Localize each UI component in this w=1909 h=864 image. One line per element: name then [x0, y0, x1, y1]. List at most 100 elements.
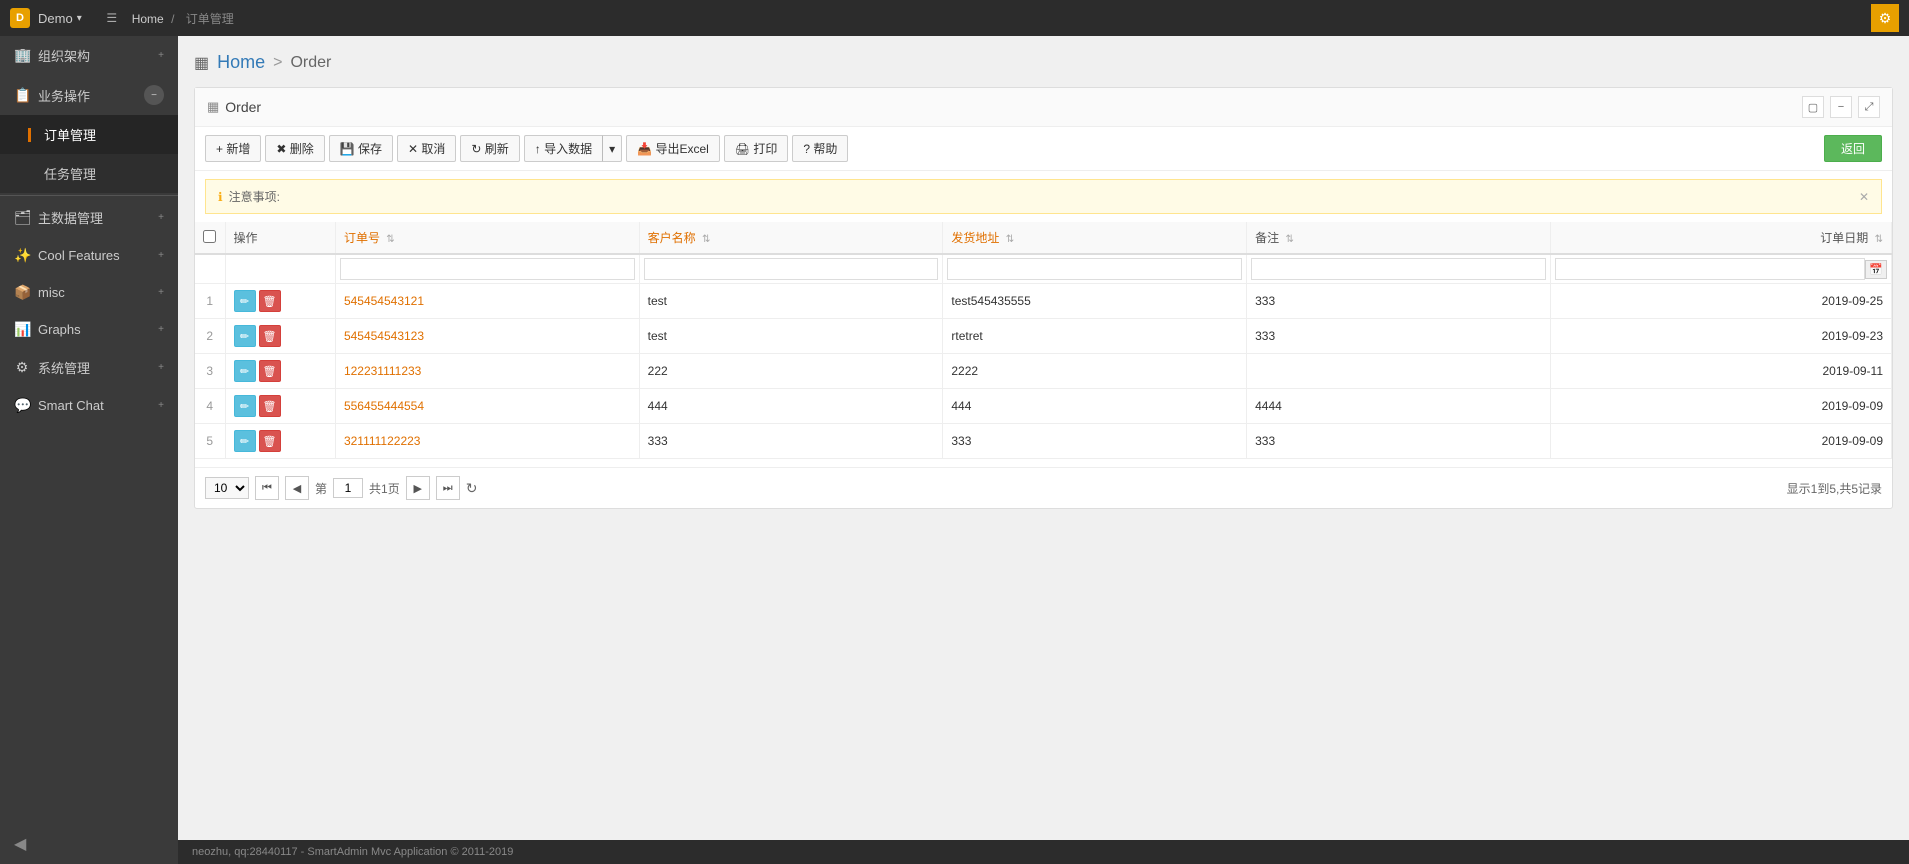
- app-logo: D: [10, 8, 30, 28]
- return-button[interactable]: 返回: [1824, 135, 1882, 162]
- row-actions-cell: ✏ 🗑: [225, 319, 335, 354]
- misc-expand-icon: +: [158, 287, 164, 298]
- print-button[interactable]: 🖨 打印: [724, 135, 789, 162]
- sidebar-item-order[interactable]: 订单管理: [0, 115, 178, 154]
- last-page-btn[interactable]: ⏭: [436, 476, 460, 500]
- sysadmin-expand-icon: +: [158, 362, 164, 373]
- card-expand-btn[interactable]: ⤢: [1858, 96, 1880, 118]
- export-excel-button[interactable]: 📥 导出Excel: [626, 135, 720, 162]
- first-page-btn[interactable]: ⏮: [255, 476, 279, 500]
- sidebar-item-biz[interactable]: 📋 业务操作 −: [0, 75, 178, 115]
- row-address: 2222: [943, 354, 1247, 389]
- th-action: 操作: [225, 222, 335, 254]
- row-address: rtetret: [943, 319, 1247, 354]
- help-button[interactable]: ? 帮助: [792, 135, 848, 162]
- sidebar-label-graphs: Graphs: [38, 322, 158, 337]
- filter-order-no[interactable]: [340, 258, 635, 280]
- edit-btn[interactable]: ✏: [234, 290, 256, 312]
- prev-page-btn[interactable]: ◀: [285, 476, 309, 500]
- select-all-checkbox[interactable]: [203, 230, 216, 243]
- title-separator: >: [273, 54, 282, 72]
- breadcrumb: Home / 订单管理: [132, 10, 238, 27]
- th-customer[interactable]: 客户名称 ⇅: [639, 222, 943, 254]
- sort-remark-icon: ⇅: [1285, 234, 1293, 245]
- row-actions: ✏ 🗑: [234, 325, 327, 347]
- row-customer: 444: [639, 389, 943, 424]
- card-square-btn[interactable]: ▢: [1802, 96, 1824, 118]
- row-actions: ✏ 🗑: [234, 430, 327, 452]
- card-minimize-btn[interactable]: −: [1830, 96, 1852, 118]
- toolbar: + 新增 ✖ 删除 💾 保存 ✕ 取消 ↻ 刷新 ↑ 导入数据 ▾ 📥 导出Ex…: [195, 127, 1892, 171]
- sidebar-item-org[interactable]: 🏢 组织架构 +: [0, 36, 178, 75]
- filter-address[interactable]: [947, 258, 1242, 280]
- sidebar-label-order: 订单管理: [44, 125, 164, 144]
- row-order-no: 321111122223: [335, 424, 639, 459]
- sidebar-item-master[interactable]: 🗂 主数据管理 +: [0, 198, 178, 237]
- sidebar-item-misc[interactable]: 📦 misc +: [0, 274, 178, 311]
- import-button[interactable]: ↑ 导入数据: [524, 135, 602, 162]
- sidebar-item-sysadmin[interactable]: ⚙ 系统管理 +: [0, 348, 178, 387]
- next-page-btn[interactable]: ▶: [406, 476, 430, 500]
- settings-icon[interactable]: ⚙: [1871, 4, 1899, 32]
- app-dropdown-icon[interactable]: ▾: [77, 13, 82, 24]
- chat-icon: 💬: [14, 397, 30, 414]
- page-number-input[interactable]: [333, 478, 363, 498]
- delete-btn[interactable]: 🗑: [259, 395, 281, 417]
- sidebar-item-graphs[interactable]: 📊 Graphs +: [0, 311, 178, 348]
- th-checkbox: [195, 222, 225, 254]
- row-remark: 4444: [1247, 389, 1551, 424]
- table-container: 操作 订单号 ⇅ 客户名称 ⇅ 发货地址 ⇅: [195, 222, 1892, 467]
- row-customer: 333: [639, 424, 943, 459]
- card-header: ▦ Order ▢ − ⤢: [195, 88, 1892, 127]
- th-order-date[interactable]: 订单日期 ⇅: [1550, 222, 1891, 254]
- notice-close-icon[interactable]: ✕: [1859, 190, 1869, 204]
- sidebar-item-chat[interactable]: 💬 Smart Chat +: [0, 387, 178, 424]
- biz-icon: 📋: [14, 87, 30, 104]
- home-link[interactable]: Home: [217, 52, 265, 73]
- row-num: 5: [195, 424, 225, 459]
- breadcrumb-home[interactable]: Home: [132, 12, 164, 26]
- save-button[interactable]: 💾 保存: [329, 135, 393, 162]
- edit-btn[interactable]: ✏: [234, 395, 256, 417]
- delete-button[interactable]: ✖ 删除: [265, 135, 324, 162]
- delete-btn[interactable]: 🗑: [259, 430, 281, 452]
- sidebar-collapse-button[interactable]: ◀: [14, 834, 26, 854]
- row-address: 333: [943, 424, 1247, 459]
- add-button[interactable]: + 新增: [205, 135, 261, 162]
- filter-date[interactable]: [1555, 258, 1865, 280]
- row-order-date: 2019-09-09: [1550, 389, 1891, 424]
- delete-btn[interactable]: 🗑: [259, 360, 281, 382]
- table-row: 2 ✏ 🗑 545454543123 test rtetret 333 2019…: [195, 319, 1892, 354]
- row-address: 444: [943, 389, 1247, 424]
- sidebar-item-cool[interactable]: ✨ Cool Features +: [0, 237, 178, 274]
- th-remark[interactable]: 备注 ⇅: [1247, 222, 1551, 254]
- edit-btn[interactable]: ✏: [234, 325, 256, 347]
- edit-btn[interactable]: ✏: [234, 360, 256, 382]
- filter-customer[interactable]: [644, 258, 939, 280]
- delete-btn[interactable]: 🗑: [259, 290, 281, 312]
- total-pages-label: 共1页: [369, 480, 400, 497]
- sort-date-icon: ⇅: [1875, 234, 1883, 245]
- page-label: 第: [315, 480, 327, 497]
- sub-spacer: [28, 167, 36, 181]
- sidebar-item-task[interactable]: 任务管理: [0, 154, 178, 193]
- sidebar-label-master: 主数据管理: [38, 208, 158, 227]
- page-size-select[interactable]: 10 20 50: [205, 477, 249, 499]
- table-header-row: 操作 订单号 ⇅ 客户名称 ⇅ 发货地址 ⇅: [195, 222, 1892, 254]
- top-header: D Demo ▾ ☰ Home / 订单管理 ⚙: [0, 0, 1909, 36]
- pagination-refresh-btn[interactable]: ↻: [466, 480, 478, 497]
- th-order-no[interactable]: 订单号 ⇅: [335, 222, 639, 254]
- cancel-button[interactable]: ✕ 取消: [397, 135, 456, 162]
- import-dropdown-button[interactable]: ▾: [602, 135, 622, 162]
- filter-remark[interactable]: [1251, 258, 1546, 280]
- refresh-button[interactable]: ↻ 刷新: [460, 135, 519, 162]
- th-address[interactable]: 发货地址 ⇅: [943, 222, 1247, 254]
- date-picker-btn[interactable]: 📅: [1865, 260, 1887, 279]
- delete-btn[interactable]: 🗑: [259, 325, 281, 347]
- biz-collapse-icon[interactable]: −: [144, 85, 164, 105]
- row-actions-cell: ✏ 🗑: [225, 424, 335, 459]
- app-name: Demo: [38, 11, 73, 26]
- graphs-expand-icon: +: [158, 324, 164, 335]
- edit-btn[interactable]: ✏: [234, 430, 256, 452]
- sysadmin-icon: ⚙: [14, 359, 30, 376]
